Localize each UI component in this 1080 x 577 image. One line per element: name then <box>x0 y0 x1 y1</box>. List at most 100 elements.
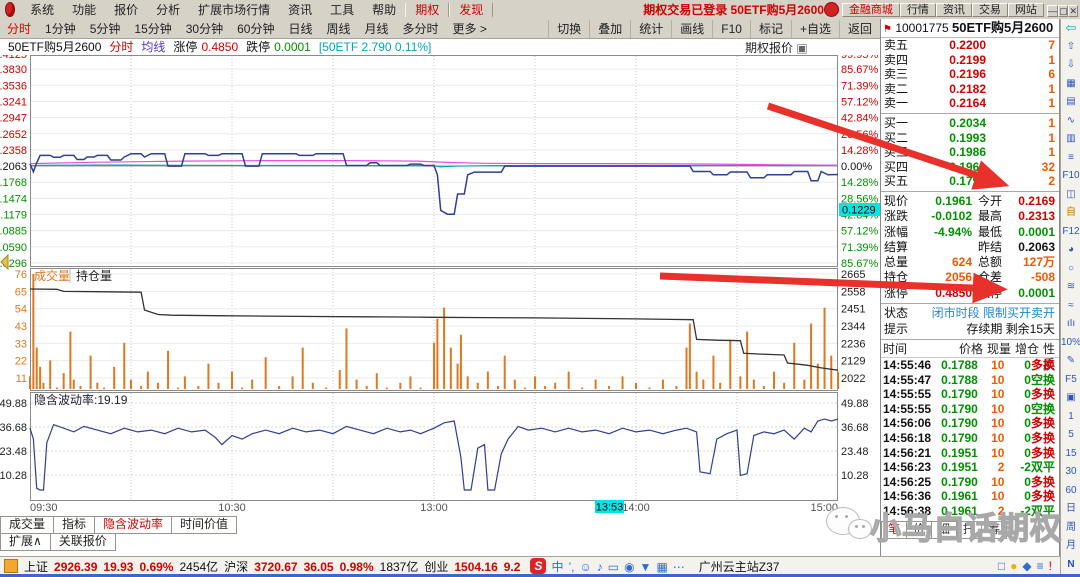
ime-icon[interactable]: ◉ <box>624 560 634 574</box>
strip-icon-wave[interactable]: ≋ <box>1061 278 1080 297</box>
strip-icon-pie[interactable]: ◕ <box>1061 241 1080 260</box>
action-+自选[interactable]: +自选 <box>790 19 839 38</box>
top-button-行情[interactable]: 行情 <box>899 3 936 17</box>
action-返回[interactable]: 返回 <box>838 19 880 38</box>
ime-icon[interactable]: ’, <box>568 560 574 574</box>
order-book-row[interactable]: 买二 0.1993 1 <box>881 131 1059 146</box>
strip-icon-kline[interactable]: ▥ <box>1061 130 1080 149</box>
menu-期权[interactable]: 期权 <box>405 2 450 17</box>
tick-row[interactable]: 14:56:18 0.1790 10 0 多换 <box>881 431 1059 446</box>
strip-icon-min15[interactable]: 15 <box>1061 445 1080 464</box>
strip-icon-quote-list[interactable]: ▤ <box>1061 93 1080 112</box>
strip-icon-back[interactable]: ⇦ <box>1061 19 1080 38</box>
order-book-row[interactable]: 买五 0.1790 2 <box>881 174 1059 189</box>
tick-row[interactable]: 14:56:38 0.1961 2 -2 双平 <box>881 504 1059 519</box>
tab-扩展∧[interactable]: 扩展∧ <box>0 533 51 551</box>
ma-label[interactable]: 均线 <box>141 38 165 55</box>
ime-icon[interactable]: ☺ <box>579 560 591 574</box>
menu-工具[interactable]: 工具 <box>321 3 363 17</box>
tick-row[interactable]: 14:55:46 0.1788 10 0 多换 <box>881 358 1059 373</box>
tray-icon[interactable]: ≡ <box>1037 559 1044 573</box>
order-book-row[interactable]: 卖五 0.2200 7 <box>881 38 1059 53</box>
tick-row[interactable]: 14:56:25 0.1790 10 0 多换 <box>881 475 1059 490</box>
strip-icon-copy[interactable]: ▣ <box>1061 389 1080 408</box>
menu-扩展市场行情[interactable]: 扩展市场行情 <box>189 3 279 17</box>
tray-icon[interactable]: ! <box>1049 559 1052 573</box>
period-15分钟[interactable]: 15分钟 <box>127 22 178 36</box>
tray-icon[interactable]: □ <box>998 559 1005 573</box>
period-5分钟[interactable]: 5分钟 <box>83 22 128 36</box>
strip-icon-month[interactable]: 月 <box>1061 537 1080 556</box>
strip-icon-min1[interactable]: 1 <box>1061 408 1080 427</box>
strip-icon-multiwin[interactable]: ◫ <box>1061 186 1080 205</box>
period-60分钟[interactable]: 60分钟 <box>230 22 281 36</box>
ime-icon[interactable]: ♪ <box>597 560 603 574</box>
mini-tab-笔[interactable]: 笔 <box>881 520 907 539</box>
top-button-资讯[interactable]: 资讯 <box>935 3 972 17</box>
ime-icon[interactable]: ▼ <box>640 560 652 574</box>
tick-row[interactable]: 14:56:21 0.1951 10 0 多换 <box>881 446 1059 461</box>
tick-row[interactable]: 14:55:55 0.1790 10 0 空换 <box>881 402 1059 417</box>
tick-row[interactable]: 14:55:55 0.1790 10 0 多换 <box>881 387 1059 402</box>
top-button-金融商城[interactable]: 金融商城 <box>841 3 900 17</box>
strip-icon-pct10[interactable]: 10% <box>1061 334 1080 353</box>
ime-icon[interactable]: 中 <box>551 560 563 574</box>
strip-icon-wave2[interactable]: ≈ <box>1061 297 1080 316</box>
mini-tab-托[interactable]: 托 <box>957 520 982 539</box>
strip-icon-circle[interactable]: ○ <box>1061 260 1080 279</box>
action-叠加[interactable]: 叠加 <box>589 19 630 38</box>
tray-icon[interactable]: ◆ <box>1022 559 1031 573</box>
contract-header[interactable]: ⚑ 10001775 50ETF购5月2600 <box>881 19 1059 38</box>
top-button-网站[interactable]: 网站 <box>1007 3 1044 17</box>
tab-隐含波动率[interactable]: 隐含波动率 <box>95 516 173 534</box>
order-book-row[interactable]: 卖一 0.2164 1 <box>881 96 1059 111</box>
strip-icon-F10[interactable]: F10 <box>1061 167 1080 186</box>
strip-icon-draw[interactable]: ✎ <box>1061 352 1080 371</box>
mode-label[interactable]: 分时 <box>109 38 133 55</box>
period-多分时[interactable]: 多分时 <box>396 22 446 36</box>
close-button[interactable]: ✕ <box>1068 4 1078 17</box>
strip-icon-N[interactable]: N <box>1061 556 1080 575</box>
action-统计[interactable]: 统计 <box>630 19 671 38</box>
top-button-交易[interactable]: 交易 <box>971 3 1008 17</box>
strip-icon-min30[interactable]: 30 <box>1061 463 1080 482</box>
strip-icon-week[interactable]: 周 <box>1061 519 1080 538</box>
strip-icon-auto[interactable]: 自 <box>1061 204 1080 223</box>
strip-icon-F12[interactable]: F12 <box>1061 223 1080 242</box>
tab-指标[interactable]: 指标 <box>54 516 96 534</box>
menu-报价[interactable]: 报价 <box>105 3 147 17</box>
order-book-row[interactable]: 买四 0.1961 32 <box>881 160 1059 175</box>
order-book-row[interactable]: 买一 0.2034 1 <box>881 116 1059 131</box>
tick-row[interactable]: 14:56:23 0.1951 2 -2 双平 <box>881 460 1059 475</box>
menu-功能[interactable]: 功能 <box>63 3 105 17</box>
strip-icon-min5[interactable]: 5 <box>1061 426 1080 445</box>
menu-分析[interactable]: 分析 <box>147 3 189 17</box>
strip-icon-down[interactable]: ⇩ <box>1061 56 1080 75</box>
action-画线[interactable]: 画线 <box>671 19 712 38</box>
period-更多 >[interactable]: 更多 > <box>446 22 494 36</box>
order-book[interactable]: 卖五 0.2200 7 卖四 0.2199 1 卖三 0.2196 6 卖二 0.2182 1 卖一 0.… <box>881 38 1059 189</box>
tick-row[interactable]: 14:56:06 0.1790 10 0 多换 <box>881 416 1059 431</box>
order-book-row[interactable]: 卖二 0.2182 1 <box>881 82 1059 97</box>
action-F10[interactable]: F10 <box>712 19 750 38</box>
minimize-button[interactable]: — <box>1046 4 1058 17</box>
menu-资讯[interactable]: 资讯 <box>279 3 321 17</box>
menu-发现[interactable]: 发现 <box>449 2 494 17</box>
period-周线[interactable]: 周线 <box>319 22 357 36</box>
period-日线[interactable]: 日线 <box>281 22 319 36</box>
strip-icon-trend[interactable]: ∿ <box>1061 112 1080 131</box>
strip-icon-grid[interactable]: ▦ <box>1061 75 1080 94</box>
tick-table[interactable]: 14:55:46 0.1788 10 0 多换 14:55:47 0.1788 10 0 空换 14… <box>881 358 1059 519</box>
strip-icon-list[interactable]: ≡ <box>1061 149 1080 168</box>
order-book-row[interactable]: 卖三 0.2196 6 <box>881 67 1059 82</box>
strip-icon-bars[interactable]: ıIı <box>1061 315 1080 334</box>
action-标记[interactable]: 标记 <box>749 19 791 38</box>
ime-sogou-icon[interactable]: S <box>530 558 547 574</box>
tick-row[interactable]: 14:56:36 0.1961 10 0 多换 <box>881 489 1059 504</box>
mini-tab-价[interactable]: 价 <box>907 520 932 539</box>
menu-帮助[interactable]: 帮助 <box>363 3 405 17</box>
ime-icon[interactable]: ▭ <box>608 560 619 574</box>
mini-tab-筹[interactable]: 筹 <box>982 520 1007 539</box>
tab-关联报价[interactable]: 关联报价 <box>50 533 116 551</box>
ime-icon[interactable]: ⋯ <box>673 560 685 574</box>
